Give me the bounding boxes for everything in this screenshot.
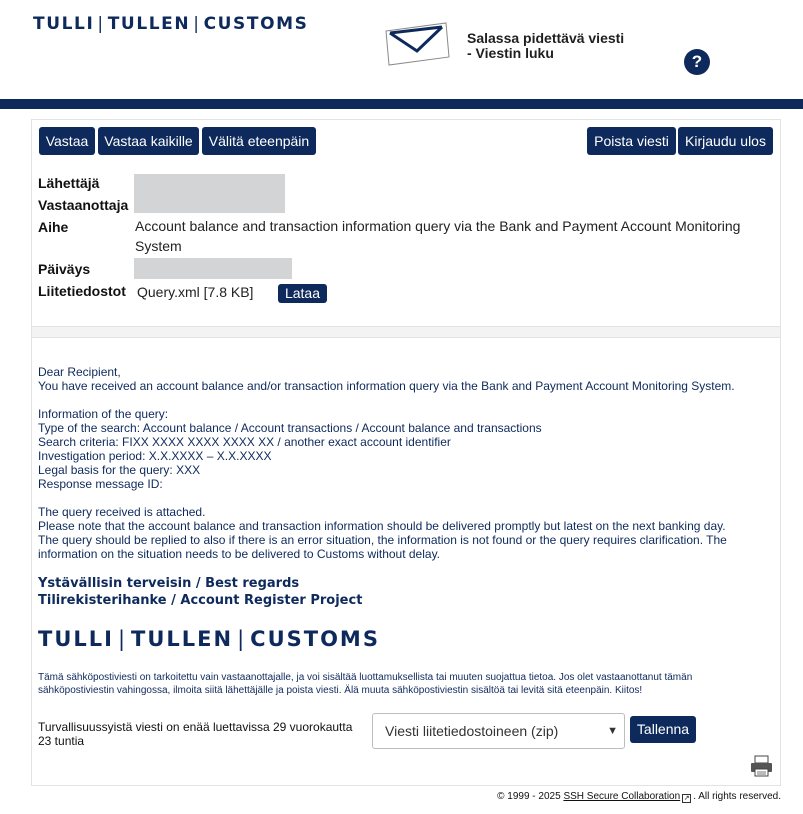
message-line: Search criteria: FIXX XXXX XXXX XXXX XX … [38,435,451,449]
copyright-suffix: . All rights reserved. [693,791,781,802]
expiry-notice: Turvallisuussyistä viesti on enää luetta… [38,720,353,748]
attachments-label: Liitetiedostot [38,283,126,299]
message-line: Legal basis for the query: XXX [38,463,201,477]
page-title-line1: Salassa pidettävä viesti [467,30,625,46]
help-icon[interactable]: ? [684,49,710,75]
panel-divider [31,327,781,337]
envelope-icon [385,22,450,66]
copyright-footer: © 1999 - 2025 SSH Secure Collaboration ↗.… [497,791,781,803]
external-link-icon: ↗ [682,794,692,803]
message-line: Dear Recipient, [38,365,121,379]
message-line: Investigation period: X.X.XXXX – X.X.XXX… [38,449,272,463]
download-attachment-button[interactable]: Lataa [278,284,327,303]
chevron-down-icon: ▼ [607,725,618,737]
save-button[interactable]: Tallenna [630,716,696,743]
sender-label: Lähettäjä [38,175,100,191]
confidentiality-disclaimer: Tämä sähköpostiviesti on tarkoitettu vai… [38,672,693,696]
logo-part-customs: CUSTOMS [250,627,380,651]
save-format-value: Viesti liitetiedostoineen (zip) [385,723,559,739]
logo-part-tullen: TULLEN [107,14,191,34]
attachment-name: Query.xml [7.8 KB] [137,284,254,300]
message-line: Information of the query: [38,407,169,421]
message-line: The query should be replied to also if t… [38,533,727,547]
recipient-label: Vastaanottaja [38,197,129,213]
message-line: information on the situation needs to be… [38,547,441,561]
message-line: Type of the search: Account balance / Ac… [38,421,542,435]
customs-logo: TULLI | TULLEN | CUSTOMS [33,14,309,34]
customs-logo-large: TULLI | TULLEN | CUSTOMS [38,627,380,651]
page-title-line2: - Viestin luku [467,45,554,61]
page-title: Salassa pidettävä viesti - Viestin luku [467,31,667,61]
redacted-sender-recipient [134,174,285,213]
save-format-select[interactable]: Viesti liitetiedostoineen (zip) ▼ [372,713,625,749]
date-label: Päiväys [38,261,91,277]
forward-button[interactable]: Välitä eteenpäin [202,127,316,155]
header-bar [0,99,803,109]
logout-button[interactable]: Kirjaudu ulos [678,127,773,155]
signature-greeting: Ystävällisin terveisin / Best regards [38,576,300,591]
delete-message-button[interactable]: Poista viesti [587,127,676,155]
message-line: The query received is attached. [38,505,206,519]
redacted-date [134,258,292,279]
subject-label: Aihe [38,219,69,235]
logo-part-customs: CUSTOMS [203,14,309,34]
ssh-link[interactable]: SSH Secure Collaboration [563,791,680,802]
logo-part-tulli: TULLI [33,14,95,34]
copyright-prefix: © 1999 - 2025 [497,791,564,802]
printer-icon[interactable] [750,755,773,777]
signature-sender: Tilirekisterihanke / Account Register Pr… [38,593,363,608]
message-line: Response message ID: [38,477,163,491]
message-line: Please note that the account balance and… [38,519,726,533]
reply-button[interactable]: Vastaa [39,127,95,155]
subject-value: Account balance and transaction informat… [135,218,741,254]
logo-part-tulli: TULLI [38,627,114,651]
logo-part-tullen: TULLEN [131,627,234,651]
message-line: You have received an account balance and… [38,379,735,393]
reply-all-button[interactable]: Vastaa kaikille [98,127,199,155]
